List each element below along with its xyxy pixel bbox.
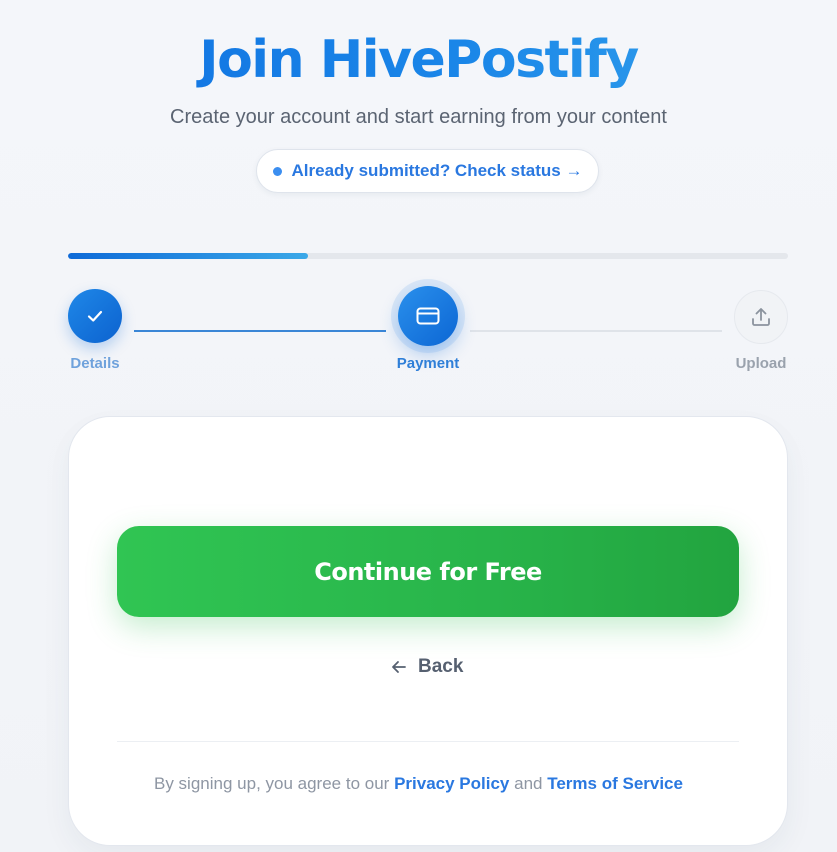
back-label: Back: [418, 656, 464, 677]
privacy-policy-link[interactable]: Privacy Policy: [394, 774, 509, 793]
arrow-left-icon: [392, 661, 406, 673]
check-status-link[interactable]: Already submitted? Check status →: [256, 149, 599, 193]
step-label-upload: Upload: [735, 355, 787, 372]
terms-prefix: By signing up, you agree to our: [154, 774, 390, 793]
step-label-details: Details: [70, 355, 120, 372]
terms-of-service-link[interactable]: Terms of Service: [547, 774, 683, 793]
terms-notice: By signing up, you agree to our Privacy …: [0, 774, 837, 794]
check-icon: [87, 310, 103, 322]
terms-and: and: [514, 774, 543, 793]
status-dot-icon: [272, 166, 282, 176]
credit-card-icon: [416, 307, 440, 325]
progress-bar: [68, 253, 788, 259]
step-label-payment: Payment: [396, 355, 460, 372]
check-status-label: Already submitted? Check status →: [291, 161, 583, 180]
back-button[interactable]: Back: [390, 654, 463, 680]
step-connector-pending: [470, 330, 722, 332]
card-divider: [117, 741, 739, 742]
page-subtitle: Create your account and start earning fr…: [170, 106, 667, 128]
progress-bar-fill: [68, 253, 308, 259]
step-details[interactable]: [68, 289, 122, 343]
continue-for-free-button[interactable]: Continue for Free: [117, 526, 739, 617]
step-connector-completed: [134, 330, 386, 332]
signup-page: Join HivePostify Create your account and…: [0, 0, 837, 852]
step-upload[interactable]: [734, 290, 788, 344]
page-title: Join HivePostify: [0, 30, 837, 90]
step-payment[interactable]: [398, 286, 458, 346]
upload-icon: [752, 308, 770, 326]
